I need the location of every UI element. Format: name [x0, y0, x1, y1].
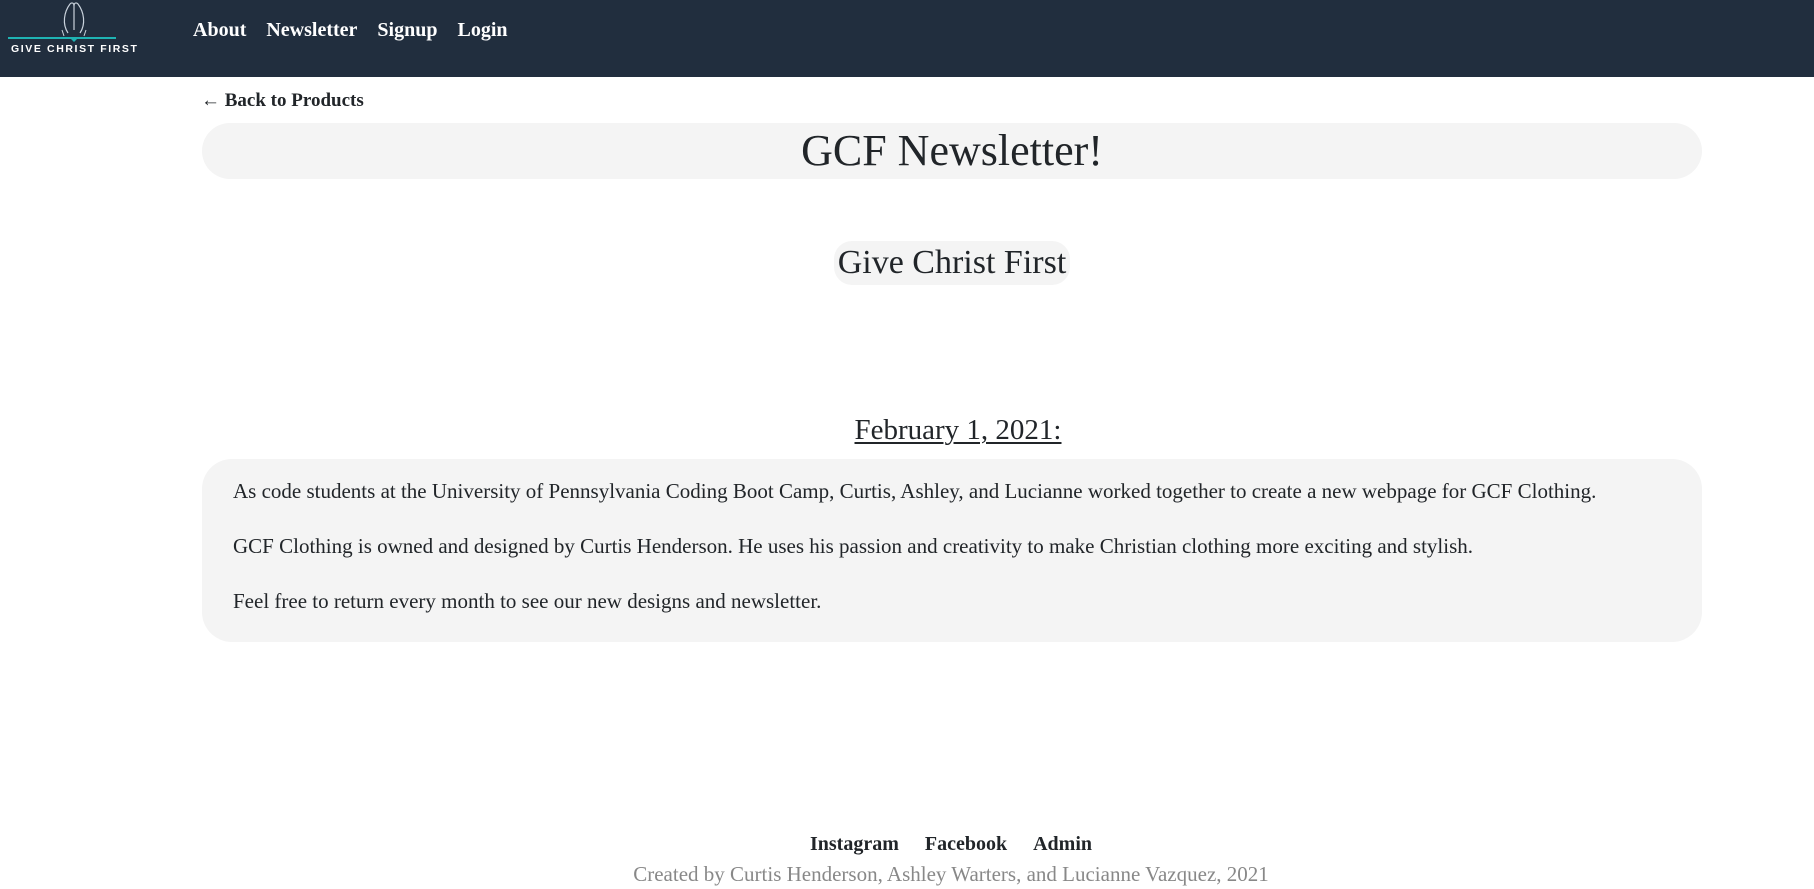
footer-link-instagram[interactable]: Instagram	[810, 833, 899, 856]
nav-link-newsletter[interactable]: Newsletter	[266, 19, 357, 42]
newsletter-content: As code students at the University of Pe…	[202, 459, 1702, 642]
newsletter-paragraph: As code students at the University of Pe…	[233, 479, 1597, 503]
title-banner: GCF Newsletter!	[202, 123, 1702, 179]
page-title: GCF Newsletter!	[801, 126, 1103, 175]
brand-logo[interactable]: GIVE CHRIST FIRST	[4, 0, 140, 60]
navbar: GIVE CHRIST FIRST About Newsletter Signu…	[0, 0, 1814, 77]
footer-link-admin[interactable]: Admin	[1033, 833, 1092, 856]
subtitle-container: Give Christ First	[0, 241, 1814, 285]
nav-link-signup[interactable]: Signup	[377, 19, 437, 42]
back-to-products-link[interactable]: ← Back to Products	[201, 90, 364, 112]
left-arrow-icon: ←	[201, 90, 220, 111]
newsletter-paragraph: Feel free to return every month to see o…	[233, 589, 822, 613]
nav-links: About Newsletter Signup Login	[193, 19, 508, 42]
nav-link-login[interactable]: Login	[457, 19, 507, 42]
brand-logo-text: GIVE CHRIST FIRST	[11, 43, 139, 55]
date-container: February 1, 2021:	[0, 414, 1814, 447]
newsletter-paragraph: GCF Clothing is owned and designed by Cu…	[233, 534, 1474, 558]
footer-link-facebook[interactable]: Facebook	[925, 833, 1007, 856]
footer-links: Instagram Facebook Admin	[0, 833, 1814, 856]
newsletter-date: February 1, 2021:	[854, 414, 1062, 446]
page-subtitle: Give Christ First	[833, 241, 1071, 285]
nav-link-about[interactable]: About	[193, 19, 246, 42]
footer-credits: Created by Curtis Henderson, Ashley Wart…	[633, 862, 1269, 886]
praying-hands-icon	[8, 2, 116, 42]
back-link-label: Back to Products	[224, 90, 364, 111]
